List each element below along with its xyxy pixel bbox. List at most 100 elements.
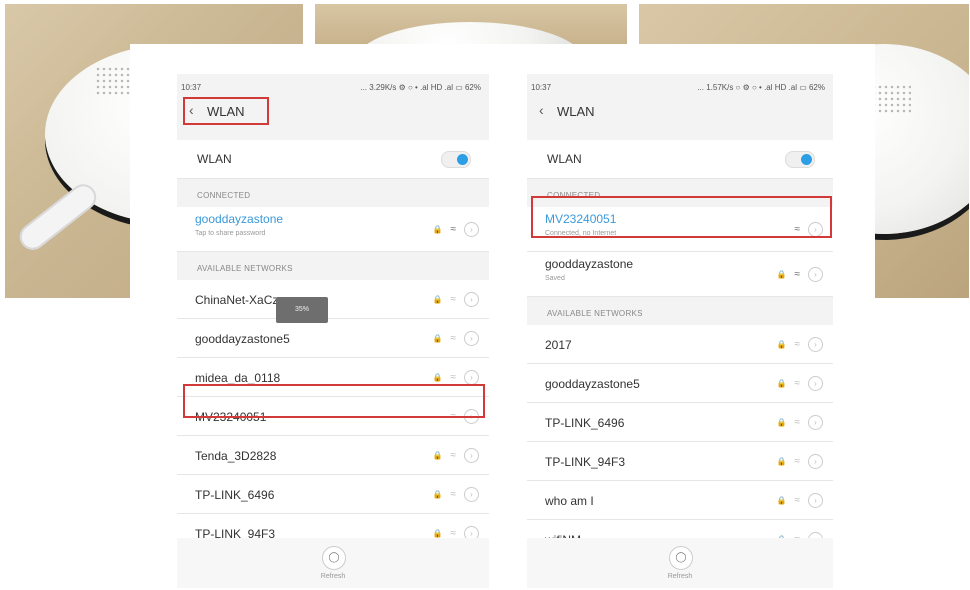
lock-icon: 🔒 [432,490,443,499]
highlight-box-connected-camera [531,196,832,238]
refresh-icon[interactable]: ◯ [322,546,346,570]
network-icons: 🔒 ≈ › [777,376,823,391]
wlan-toggle-switch[interactable] [441,151,471,168]
lock-icon: 🔒 [776,418,787,427]
network-item[interactable]: TP-LINK_94F3 🔒 ≈ › [527,442,833,481]
highlight-box-camera-network [183,384,485,418]
title-bar: ‹ WLAN [527,98,833,126]
wifi-icon: ≈ [794,378,801,389]
section-label: AVAILABLE NETWORKS [547,309,643,318]
wifi-icon: ≈ [794,456,801,467]
wlan-toggle-row[interactable]: WLAN [177,140,489,179]
page-title: WLAN [557,104,595,119]
network-icons: 🔒 ≈ › [777,493,823,508]
wifi-icon: ≈ [450,224,457,235]
status-indicators: ... 1.57K/s ○ ⚙ ○ • .al HD .al ▭ 62% [697,83,825,92]
wifi-icon: ≈ [794,417,801,428]
info-icon[interactable]: › [808,454,823,469]
network-item[interactable]: who am I 🔒 ≈ › [527,481,833,520]
lock-icon: 🔒 [432,225,443,234]
wifi-icon: ≈ [450,372,457,383]
network-item[interactable]: TP-LINK_6496 🔒 ≈ › [177,475,489,514]
info-icon[interactable]: › [464,448,479,463]
lock-icon: 🔒 [776,270,787,279]
network-icons: 🔒 ≈ › [433,222,479,237]
highlight-box-title [183,97,269,125]
network-item[interactable]: 2017 🔒 ≈ › [527,325,833,364]
network-name: TP-LINK_94F3 [545,455,626,469]
info-icon[interactable]: › [464,370,479,385]
network-name: gooddayzastone [545,257,634,271]
lock-icon: 🔒 [776,340,787,349]
wifi-icon: ≈ [794,339,801,350]
refresh-label: Refresh [667,573,693,580]
network-name: ChinaNet-XaCz [195,293,279,307]
network-item[interactable]: Tenda_3D2828 🔒 ≈ › [177,436,489,475]
status-bar: 10:37 ... 3.29K/s ⚙ ○ • .al HD .al ▭ 62% [177,74,489,98]
network-icons: 🔒 ≈ › [777,415,823,430]
speaker-grille [871,84,911,114]
network-name: gooddayzastone5 [545,377,640,391]
network-name: 2017 [545,338,572,352]
network-icons: 🔒 ≈ › [433,331,479,346]
section-header-available: AVAILABLE NETWORKS [527,297,833,325]
info-icon[interactable]: › [808,376,823,391]
network-name: who am I [545,494,594,508]
status-bar: 10:37 ... 1.57K/s ○ ⚙ ○ • .al HD .al ▭ 6… [527,74,833,98]
info-icon[interactable]: › [464,222,479,237]
section-label: AVAILABLE NETWORKS [197,264,293,273]
wifi-icon: ≈ [794,269,801,280]
wlan-toggle-row[interactable]: WLAN [527,140,833,179]
refresh-footer: ◯ Refresh [527,538,833,588]
network-item[interactable]: TP-LINK_6496 🔒 ≈ › [527,403,833,442]
lock-icon: 🔒 [776,457,787,466]
info-icon[interactable]: › [464,331,479,346]
lock-icon: 🔒 [776,496,787,505]
lock-icon: 🔒 [776,379,787,388]
wifi-icon: ≈ [794,495,801,506]
info-icon[interactable]: › [808,267,823,282]
wlan-toggle-switch[interactable] [785,151,815,168]
phone-screen-after: 10:37 ... 1.57K/s ○ ⚙ ○ • .al HD .al ▭ 6… [527,74,833,588]
network-name: gooddayzastone [195,212,284,226]
network-icons: 🔒 ≈ › [777,337,823,352]
network-item-saved[interactable]: gooddayzastone Saved 🔒 ≈ › [527,252,833,297]
status-time: 10:37 [181,83,202,92]
network-item[interactable]: gooddayzastone5 🔒 ≈ › [177,319,489,358]
network-icons: 🔒 ≈ › [433,370,479,385]
usb-cable [14,179,102,255]
wifi-icon: ≈ [450,294,457,305]
info-icon[interactable]: › [808,415,823,430]
network-item[interactable]: ChinaNet-XaCz 🔒 ≈ › [177,280,489,319]
network-item[interactable]: gooddayzastone5 🔒 ≈ › [527,364,833,403]
lock-icon: 🔒 [432,451,443,460]
camera-photo-middle [315,4,627,46]
section-header-connected: CONNECTED [177,179,489,207]
network-status: Saved [545,275,565,282]
wlan-toggle-label: WLAN [197,152,232,166]
network-name: TP-LINK_6496 [195,488,275,502]
toggle-knob [457,154,468,165]
lock-icon: 🔒 [432,295,443,304]
refresh-icon[interactable]: ◯ [669,546,693,570]
section-header-available: AVAILABLE NETWORKS [177,252,489,280]
network-name: TP-LINK_6496 [545,416,625,430]
chevron-left-icon[interactable]: ‹ [539,102,544,118]
info-icon[interactable]: › [464,292,479,307]
lock-icon: 🔒 [432,334,443,343]
network-icons: 🔒 ≈ › [777,267,823,282]
network-icons: 🔒 ≈ › [433,292,479,307]
network-item-connected[interactable]: gooddayzastone Tap to share password 🔒 ≈ › [177,207,489,252]
wifi-icon: ≈ [450,450,457,461]
network-name: Tenda_3D2828 [195,449,277,463]
refresh-label: Refresh [320,573,346,580]
info-icon[interactable]: › [808,493,823,508]
toggle-knob [801,154,812,165]
network-icons: 🔒 ≈ › [777,454,823,469]
info-icon[interactable]: › [464,487,479,502]
wlan-toggle-label: WLAN [547,152,582,166]
info-icon[interactable]: › [808,337,823,352]
network-status: Tap to share password [195,230,266,237]
lock-icon: 🔒 [432,529,443,538]
status-time: 10:37 [531,83,552,92]
